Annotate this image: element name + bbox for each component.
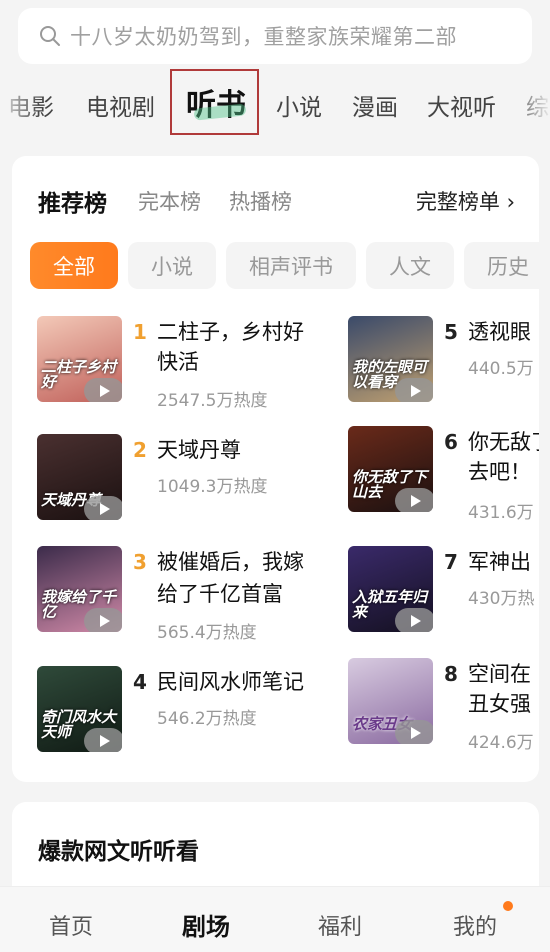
- nav-theater[interactable]: 剧场: [182, 907, 230, 942]
- play-badge[interactable]: [84, 496, 122, 520]
- nav-welfare[interactable]: 福利: [318, 909, 362, 941]
- tab-completed-rank[interactable]: 完本榜: [138, 186, 201, 216]
- ranking-card: 推荐榜 完本榜 热播榜 完整榜单 › 全部 小说 相声评书 人文 历史 二柱子乡…: [12, 156, 539, 782]
- chip-history[interactable]: 历史: [464, 242, 539, 289]
- tab-comic[interactable]: 漫画: [352, 88, 398, 122]
- item-title-line1: 二柱子，乡村好: [157, 320, 304, 344]
- rank-number: 5: [444, 320, 458, 344]
- play-icon: [100, 735, 110, 747]
- play-badge[interactable]: [395, 488, 433, 512]
- play-badge[interactable]: [395, 378, 433, 402]
- rank-number: 7: [444, 550, 458, 574]
- heat-count: 546.2万热度: [157, 709, 257, 729]
- play-icon: [411, 727, 421, 739]
- book-cover: 二柱子乡村好: [37, 316, 122, 402]
- chip-all[interactable]: 全部: [30, 242, 118, 289]
- search-placeholder: 十八岁太奶奶驾到，重整家族荣耀第二部: [70, 25, 457, 49]
- item-title-line2: 去吧！: [468, 460, 531, 484]
- list-item[interactable]: 入狱五年归来 7 军神出 430万热: [348, 546, 539, 642]
- rank-number: 8: [444, 662, 458, 686]
- nav-home[interactable]: 首页: [49, 909, 93, 941]
- nav-mine[interactable]: 我的: [453, 909, 497, 941]
- active-tab-highlight-box: [170, 69, 259, 135]
- chip-novel[interactable]: 小说: [128, 242, 216, 289]
- rank-number: 4: [133, 670, 147, 694]
- book-cover: 奇门风水大天师: [37, 666, 122, 752]
- chip-crosstalk[interactable]: 相声评书: [226, 242, 356, 289]
- list-item[interactable]: 我的左眼可以看穿 5 透视眼 440.5万: [348, 316, 539, 412]
- full-list-link[interactable]: 完整榜单 ›: [416, 186, 515, 216]
- item-title-line1: 你无敌了: [468, 430, 539, 454]
- book-cover: 农家丑女: [348, 658, 433, 744]
- notification-dot: [503, 901, 513, 911]
- list-item[interactable]: 二柱子乡村好 1 二柱子，乡村好 快活 2547.5万热度: [37, 316, 317, 412]
- item-title-line2: 丑女强: [468, 692, 531, 716]
- play-icon: [411, 495, 421, 507]
- book-cover: 入狱五年归来: [348, 546, 433, 632]
- heat-count: 431.6万: [468, 503, 534, 523]
- search-icon: [40, 26, 60, 46]
- play-badge[interactable]: [84, 728, 122, 752]
- item-title-line1: 民间风水师笔记: [157, 670, 304, 694]
- chip-humanities[interactable]: 人文: [366, 242, 454, 289]
- book-cover: 我嫁给了千亿: [37, 546, 122, 632]
- play-icon: [411, 615, 421, 627]
- item-title-line2: 快活: [157, 350, 199, 374]
- tabs-fade-left: [0, 76, 40, 136]
- item-title-line1: 天域丹尊: [157, 438, 241, 462]
- tab-hot-rank[interactable]: 热播榜: [229, 186, 292, 216]
- bottom-nav: 首页 剧场 福利 我的: [0, 886, 550, 952]
- list-item[interactable]: 农家丑女 8 空间在 丑女强 424.6万: [348, 658, 539, 754]
- play-icon: [100, 503, 110, 515]
- ranking-tabs: 推荐榜 完本榜 热播榜 完整榜单 ›: [38, 184, 515, 220]
- tab-big-audiovisual[interactable]: 大视听: [427, 88, 496, 122]
- tabs-fade-right: [510, 76, 550, 136]
- play-icon: [411, 385, 421, 397]
- list-item[interactable]: 奇门风水大天师 4 民间风水师笔记 546.2万热度: [37, 666, 317, 762]
- play-badge[interactable]: [395, 720, 433, 744]
- rank-number: 6: [444, 430, 458, 454]
- book-cover: 天域丹尊: [37, 434, 122, 520]
- play-badge[interactable]: [84, 608, 122, 632]
- heat-count: 2547.5万热度: [157, 391, 268, 411]
- list-item[interactable]: 你无敌了下山去 6 你无敌了 去吧！ 431.6万: [348, 426, 539, 523]
- play-icon: [100, 615, 110, 627]
- play-icon: [100, 385, 110, 397]
- rank-number: 3: [133, 550, 147, 574]
- play-badge[interactable]: [395, 608, 433, 632]
- play-badge[interactable]: [84, 378, 122, 402]
- rank-number: 1: [133, 320, 147, 344]
- item-title-line1: 空间在: [468, 662, 531, 686]
- rank-number: 2: [133, 438, 147, 462]
- search-bar[interactable]: 十八岁太奶奶驾到，重整家族荣耀第二部: [18, 8, 532, 64]
- heat-count: 565.4万热度: [157, 623, 257, 643]
- section-title: 爆款网文听听看: [38, 839, 199, 865]
- item-title-line1: 军神出: [468, 550, 531, 574]
- book-cover: 你无敌了下山去: [348, 426, 433, 512]
- tab-recommend-rank[interactable]: 推荐榜: [38, 184, 107, 218]
- item-title-line1: 被催婚后，我嫁: [157, 550, 304, 574]
- tab-tv-series[interactable]: 电视剧: [86, 88, 155, 122]
- heat-count: 1049.3万热度: [157, 477, 268, 497]
- list-item[interactable]: 我嫁给了千亿 3 被催婚后，我嫁 给了千亿首富 565.4万热度: [37, 546, 317, 643]
- tab-novel[interactable]: 小说: [276, 88, 322, 122]
- item-title-line2: 给了千亿首富: [157, 582, 283, 606]
- list-item[interactable]: 天域丹尊 2 天域丹尊 1049.3万热度: [37, 434, 317, 530]
- book-cover: 我的左眼可以看穿: [348, 316, 433, 402]
- genre-chips: 全部 小说 相声评书 人文 历史: [30, 242, 539, 290]
- heat-count: 440.5万: [468, 359, 534, 379]
- item-title-line1: 透视眼: [468, 320, 531, 344]
- heat-count: 424.6万: [468, 733, 534, 753]
- heat-count: 430万热: [468, 589, 535, 609]
- category-tabs: 电影 电视剧 听书 小说 漫画 大视听 综: [0, 76, 550, 136]
